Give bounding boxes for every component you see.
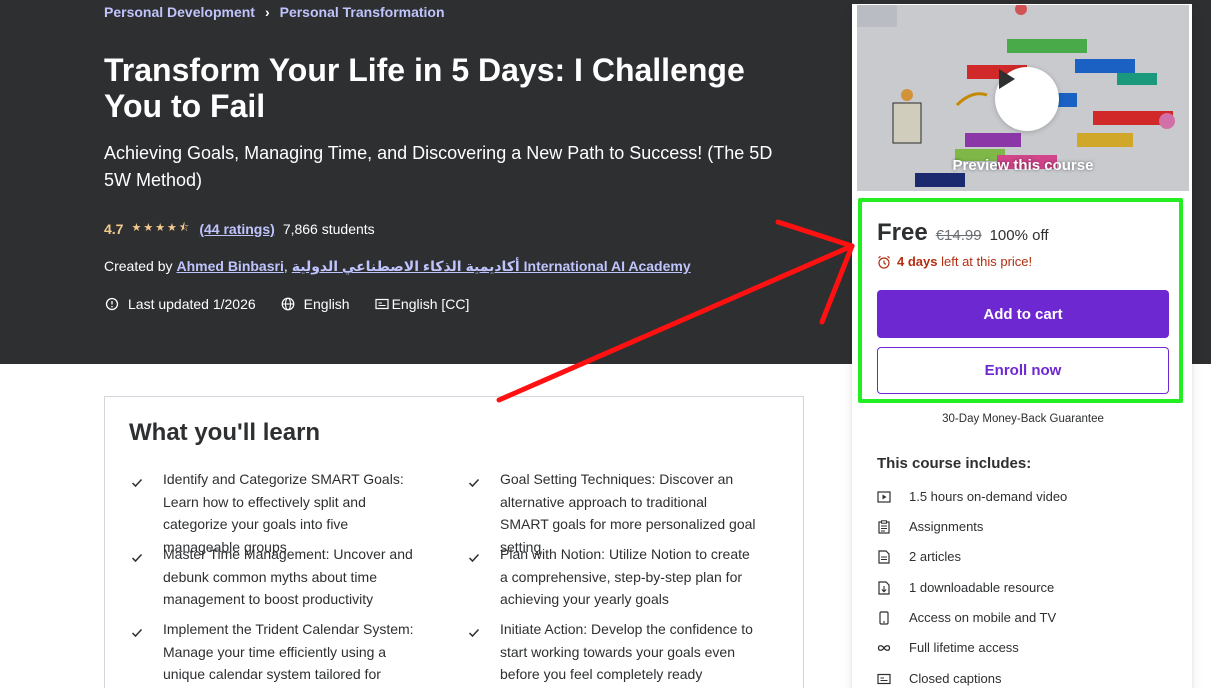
rating-value: 4.7: [104, 220, 124, 237]
globe-icon: [280, 296, 296, 312]
author-link-ahmed-binbasri[interactable]: Ahmed Binbasri: [176, 258, 283, 275]
include-item-video: 1.5 hours on-demand video: [877, 489, 1067, 504]
learn-item: Implement the Trident Calendar System: M…: [131, 618, 421, 688]
learn-item-text: Master Time Management: Uncover and debu…: [163, 546, 413, 607]
created-by-label: Created by: [104, 258, 173, 274]
learn-item-text: Implement the Trident Calendar System: M…: [163, 621, 414, 682]
created-by-row: Created by Ahmed Binbasri, أكاديمية الذك…: [104, 258, 691, 275]
download-file-icon: [877, 580, 891, 595]
include-item-lifetime: Full lifetime access: [877, 640, 1019, 655]
include-item-label: Access on mobile and TV: [909, 610, 1057, 625]
breadcrumb-item-personal-transformation[interactable]: Personal Transformation: [280, 4, 445, 20]
star-rating-icon: ★★★★⯪: [131, 222, 192, 234]
article-icon: [877, 549, 891, 564]
what-you-learn-title: What you'll learn: [129, 419, 321, 446]
include-item-mobile: Access on mobile and TV: [877, 610, 1056, 625]
learn-item-text: Initiate Action: Develop the confidence …: [500, 621, 753, 682]
breadcrumb: Personal Development › Personal Transfor…: [104, 4, 445, 20]
check-icon: [468, 618, 484, 686]
ratings-link[interactable]: (44 ratings): [199, 221, 274, 237]
includes-title: This course includes:: [877, 455, 1032, 472]
include-item-label: Assignments: [909, 519, 984, 534]
students-count: 7,866 students: [282, 220, 375, 237]
assignment-icon: [877, 519, 891, 534]
course-captions: English [CC]: [391, 296, 470, 312]
mobile-icon: [877, 610, 891, 625]
course-subtitle: Achieving Goals, Managing Time, and Disc…: [104, 143, 773, 190]
course-language: English: [303, 296, 350, 312]
learn-item: Master Time Management: Uncover and debu…: [131, 543, 421, 611]
video-icon: [877, 490, 891, 504]
highlight-box-annotation: [858, 198, 1183, 403]
include-item-assignments: Assignments: [877, 519, 983, 534]
include-item-articles: 2 articles: [877, 549, 961, 564]
include-item-resource: 1 downloadable resource: [877, 580, 1054, 595]
learn-item: Plan with Notion: Utilize Notion to crea…: [468, 543, 758, 611]
check-icon: [131, 618, 147, 688]
include-item-label: Full lifetime access: [909, 640, 1019, 655]
check-icon: [131, 543, 147, 611]
author-link-international-ai-academy[interactable]: أكاديمية الذكاء الاصطناعي الدولية Intern…: [292, 258, 691, 275]
learn-item-text: Plan with Notion: Utilize Notion to crea…: [500, 546, 750, 607]
play-icon: [999, 69, 1015, 89]
preview-course-label[interactable]: Preview this course: [857, 157, 1189, 174]
breadcrumb-item-personal-development[interactable]: Personal Development: [104, 4, 255, 20]
author-separator: ,: [283, 258, 288, 274]
include-item-label: Closed captions: [909, 671, 1002, 686]
what-you-learn-box: What you'll learn Identify and Categoriz…: [104, 396, 804, 688]
rating-row: 4.7 ★★★★⯪ (44 ratings) 7,866 students: [104, 219, 375, 238]
include-item-captions: Closed captions: [877, 671, 1002, 686]
include-item-label: 1.5 hours on-demand video: [909, 489, 1068, 504]
page-title: Transform Your Life in 5 Days: I Challen…: [104, 52, 745, 124]
closed-captions-icon: [374, 296, 390, 312]
chevron-right-icon: ›: [264, 4, 270, 20]
last-updated: Last updated 1/2026: [128, 296, 256, 312]
play-button[interactable]: [995, 67, 1059, 131]
check-icon: [468, 543, 484, 611]
include-item-label: 2 articles: [909, 549, 962, 564]
course-meta-row: Last updated 1/2026 English English [CC]: [104, 296, 469, 312]
alert-badge-icon: [104, 296, 120, 312]
include-item-label: 1 downloadable resource: [909, 580, 1055, 595]
closed-captions-icon: [877, 672, 891, 686]
learn-item: Initiate Action: Develop the confidence …: [468, 618, 758, 686]
infinity-icon: [877, 641, 891, 655]
course-preview[interactable]: Preview this course: [857, 5, 1189, 191]
money-back-guarantee: 30-Day Money-Back Guarantee: [942, 413, 1104, 425]
